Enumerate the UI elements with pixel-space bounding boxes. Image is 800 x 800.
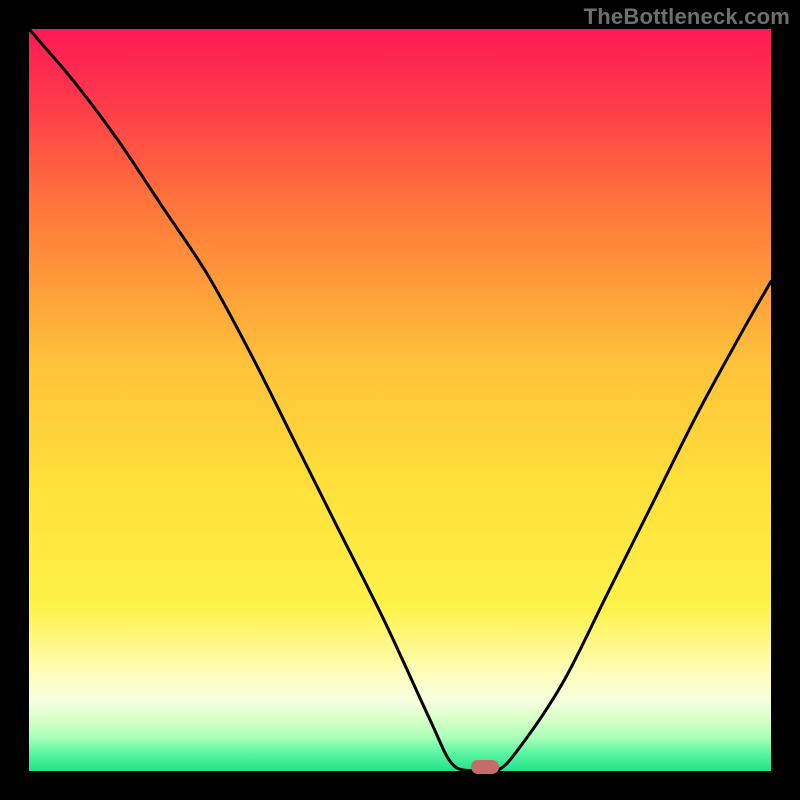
gradient-background	[29, 29, 771, 771]
plot-area	[29, 29, 771, 771]
optimal-point-marker	[471, 760, 499, 774]
chart-frame: TheBottleneck.com	[0, 0, 800, 800]
plot-svg	[29, 29, 771, 771]
watermark-text: TheBottleneck.com	[584, 4, 790, 30]
